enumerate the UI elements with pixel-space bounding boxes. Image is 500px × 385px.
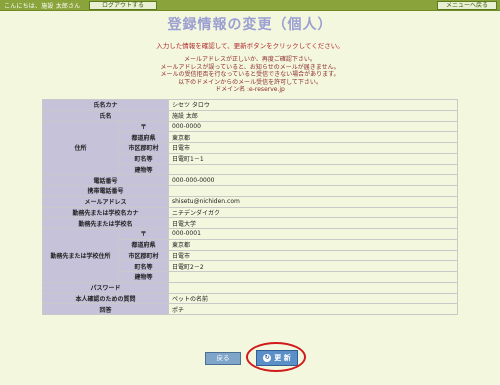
email-label: メールアドレス — [42, 195, 169, 208]
back-to-menu-button[interactable]: メニューへ戻る — [437, 1, 497, 10]
email-value: shisetu@nichiden.com — [168, 195, 458, 208]
instruction-text: 入力した情報を確認して、更新ボタンをクリックしてください。 — [156, 42, 344, 50]
work-postal-label: 〒 — [118, 228, 169, 240]
town-value: 日電町1－1 — [168, 152, 458, 165]
highlight-circle — [246, 342, 306, 372]
email-notes: メールアドレスが正しいか、再度ご確認下さい。 メールアドレスが誤っていると、お知… — [0, 56, 500, 94]
top-bar: こんにちは、施設 太郎さん ログアウトする メニューへ戻る — [0, 0, 500, 11]
work-name-value: 日電大学 — [168, 217, 458, 229]
work-kana-label: 勤務先または学校名カナ — [42, 206, 169, 219]
work-kana-value: ニチデンダイガク — [168, 206, 458, 219]
note-line: 以下のドメインからのメール受信を許可して下さい。 — [178, 78, 322, 86]
kana-name-value: シセツ タロウ — [168, 99, 458, 111]
table-row: 回答 ポチ — [42, 303, 458, 315]
postal-label: 〒 — [118, 120, 169, 133]
work-postal-value: 000-0001 — [168, 228, 458, 240]
phone-value: 000-000-0000 — [168, 174, 458, 186]
note-line: メールの受信拒否を行なっていると受信できない場合があります。 — [160, 71, 340, 78]
table-row: 携帯電話番号 — [42, 185, 458, 197]
mobile-label: 携帯電話番号 — [42, 185, 169, 197]
prefecture-label: 都道府県 — [118, 131, 169, 143]
name-label: 氏名 — [42, 109, 169, 122]
address-label: 住所 — [42, 120, 119, 176]
kana-name-label: 氏名カナ — [42, 99, 169, 111]
back-button[interactable]: 戻る — [205, 352, 241, 365]
answer-value: ポチ — [168, 303, 458, 315]
city-value: 日電市 — [168, 142, 458, 154]
answer-label: 回答 — [42, 303, 169, 315]
building-value — [168, 163, 458, 176]
password-label: パスワード — [42, 281, 169, 294]
table-row: 勤務先または学校名カナ ニチデンダイガク — [42, 206, 458, 219]
work-city-label: 市区郡町村 — [118, 249, 169, 262]
work-address-label: 勤務先または学校住所 — [42, 228, 119, 283]
building-label: 建物等 — [118, 163, 169, 176]
work-building-label: 建物等 — [118, 271, 169, 283]
note-line: メールアドレスが正しいか、再度ご確認下さい。 — [184, 56, 316, 63]
question-label: 本人確認のための質問 — [42, 292, 169, 305]
table-row: 氏名カナ シセツ タロウ — [42, 99, 458, 111]
table-row: メールアドレス shisetu@nichiden.com — [42, 195, 458, 208]
city-label: 市区郡町村 — [118, 142, 169, 154]
work-town-label: 町名等 — [118, 260, 169, 272]
table-row: 勤務先または学校住所 〒 000-0001 — [42, 228, 458, 283]
table-row: 本人確認のための質問 ペットの名前 — [42, 292, 458, 305]
table-row: 電話番号 000-000-0000 — [42, 174, 458, 186]
name-value: 施設 太郎 — [168, 109, 458, 122]
postal-value: 000-0000 — [168, 120, 458, 133]
prefecture-value: 東京都 — [168, 131, 458, 143]
note-line: ドメイン名 :e-reserve.jp — [215, 86, 285, 93]
confirmation-table: 氏名カナ シセツ タロウ 氏名 施設 太郎 住所 〒 000-0000 都道府県… — [42, 99, 458, 315]
logout-button[interactable]: ログアウトする — [89, 1, 157, 10]
page-title: 登録情報の変更（個人） — [167, 17, 333, 33]
town-label: 町名等 — [118, 152, 169, 165]
note-line: メールアドレスが誤っていると、お知らせのメールが届きません。 — [160, 63, 340, 71]
table-row: パスワード — [42, 281, 458, 294]
table-row: 住所 〒 000-0000 — [42, 120, 458, 176]
greeting-text: こんにちは、施設 太郎さん — [4, 3, 81, 10]
password-value — [168, 281, 458, 294]
mobile-value — [168, 185, 458, 197]
work-prefecture-value: 東京都 — [168, 238, 458, 251]
work-name-label: 勤務先または学校名 — [42, 217, 169, 229]
question-value: ペットの名前 — [168, 292, 458, 305]
work-town-value: 日電町2－2 — [168, 260, 458, 272]
work-city-value: 日電市 — [168, 249, 458, 262]
work-building-value — [168, 271, 458, 283]
table-row: 勤務先または学校名 日電大学 — [42, 217, 458, 229]
phone-label: 電話番号 — [42, 174, 169, 186]
work-prefecture-label: 都道府県 — [118, 238, 169, 251]
table-row: 氏名 施設 太郎 — [42, 109, 458, 122]
